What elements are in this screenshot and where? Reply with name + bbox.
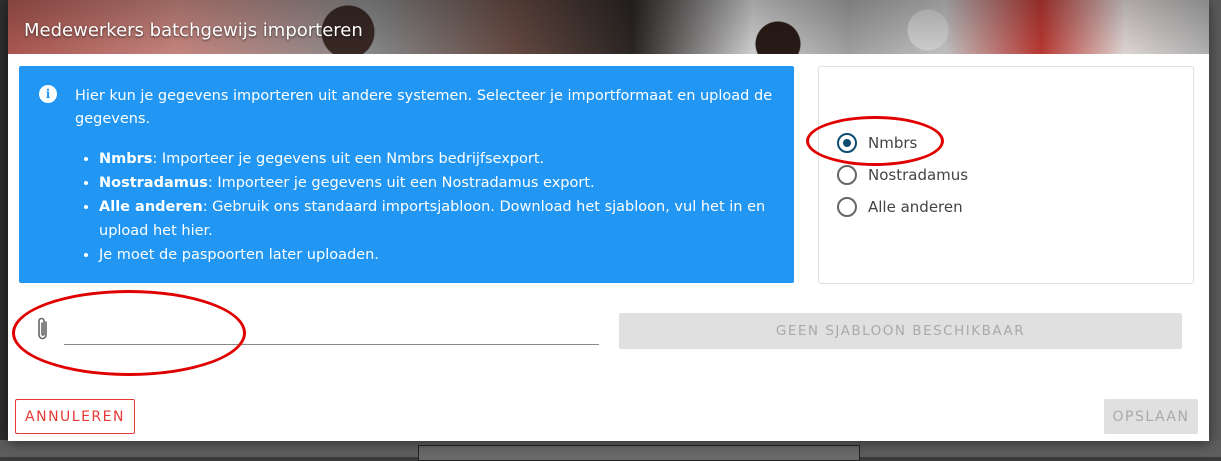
- template-download-button[interactable]: GEEN SJABLOON BESCHIKBAAR: [619, 313, 1182, 349]
- info-icon: i: [39, 85, 57, 103]
- background-field: [418, 445, 860, 461]
- radio-unchecked-icon[interactable]: [837, 165, 857, 185]
- radio-label: Alle anderen: [868, 198, 963, 216]
- radio-option-nmbrs[interactable]: Nmbrs: [837, 132, 917, 154]
- info-item-name: Nmbrs: [99, 151, 153, 167]
- info-item-name: Nostradamus: [99, 175, 208, 191]
- dialog-banner-image: Medewerkers batchgewijs importeren: [8, 0, 1209, 54]
- radio-option-alle-anderen[interactable]: Alle anderen: [837, 196, 963, 218]
- paperclip-icon[interactable]: [35, 316, 51, 342]
- save-button[interactable]: OPSLAAN: [1104, 399, 1198, 434]
- radio-label: Nmbrs: [868, 134, 918, 152]
- import-format-card: Nmbrs Nostradamus Alle anderen: [818, 66, 1194, 284]
- info-panel: i Hier kun je gegevens importeren uit an…: [19, 66, 794, 283]
- info-intro: Hier kun je gegevens importeren uit ande…: [75, 88, 773, 127]
- info-item-nostradamus: Nostradamus: Importeer je gegevens uit e…: [99, 171, 799, 195]
- dialog-title: Medewerkers batchgewijs importeren: [24, 20, 363, 41]
- info-list: Nmbrs: Importeer je gegevens uit een Nmb…: [75, 147, 799, 267]
- info-item-paspoorten: Je moet de paspoorten later uploaden.: [99, 243, 799, 267]
- import-dialog: Medewerkers batchgewijs importeren i Hie…: [8, 0, 1209, 441]
- info-item-name: Alle anderen: [99, 199, 203, 215]
- radio-checked-icon[interactable]: [837, 133, 857, 153]
- cancel-button[interactable]: ANNULEREN: [15, 399, 135, 434]
- info-item-alle-anderen: Alle anderen: Gebruik ons standaard impo…: [99, 195, 799, 243]
- info-item-text: : Importeer je gegevens uit een Nmbrs be…: [152, 151, 545, 167]
- info-item-nmbrs: Nmbrs: Importeer je gegevens uit een Nmb…: [99, 147, 799, 171]
- radio-unchecked-icon[interactable]: [837, 197, 857, 217]
- info-item-text: Je moet de paspoorten later uploaden.: [99, 247, 379, 263]
- file-upload-input[interactable]: [64, 312, 599, 345]
- radio-label: Nostradamus: [868, 166, 969, 184]
- info-item-text: : Importeer je gegevens uit een Nostrada…: [207, 175, 595, 191]
- radio-option-nostradamus[interactable]: Nostradamus: [837, 164, 968, 186]
